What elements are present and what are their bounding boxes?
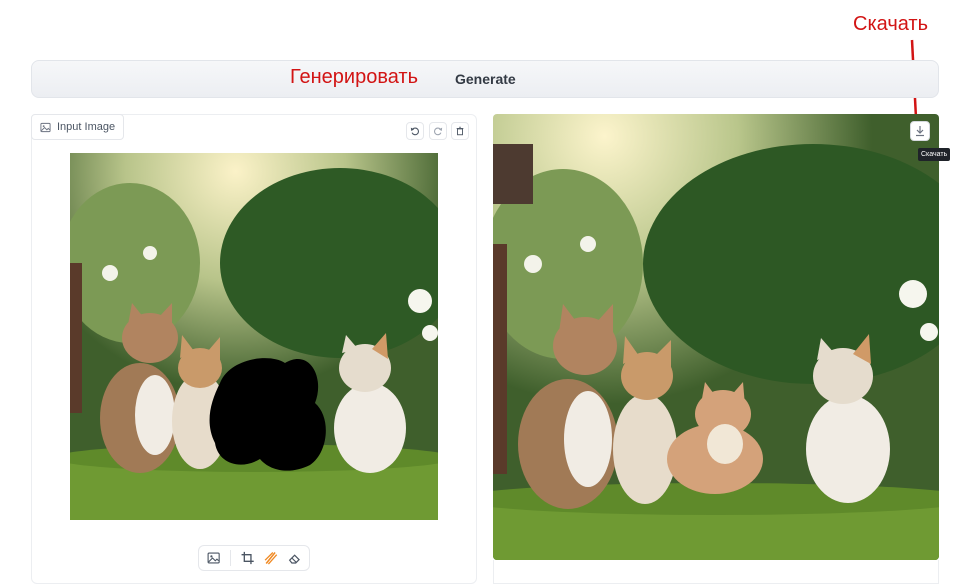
undo-button[interactable] bbox=[406, 122, 424, 140]
annotation-generate-label: Генерировать bbox=[290, 66, 418, 88]
toolbar-divider bbox=[230, 550, 232, 566]
crop-icon[interactable] bbox=[241, 551, 254, 565]
redo-icon bbox=[434, 127, 443, 136]
clear-button[interactable] bbox=[451, 122, 469, 140]
download-button[interactable] bbox=[910, 121, 930, 141]
download-tooltip: Скачать bbox=[918, 148, 951, 161]
brush-icon[interactable] bbox=[264, 551, 278, 565]
trash-icon bbox=[456, 126, 464, 136]
output-image bbox=[493, 114, 939, 560]
output-panel-footer bbox=[493, 560, 939, 584]
eraser-icon[interactable] bbox=[288, 551, 301, 565]
image-icon[interactable] bbox=[207, 551, 220, 565]
input-image-label-text: Input Image bbox=[57, 121, 116, 133]
generate-button-label: Generate bbox=[455, 71, 516, 87]
download-icon bbox=[916, 126, 924, 137]
undo-icon bbox=[410, 127, 419, 136]
image-icon bbox=[40, 122, 51, 132]
image-editor-toolbar bbox=[198, 545, 310, 571]
input-image-canvas[interactable] bbox=[70, 153, 438, 520]
input-image-label: Input Image bbox=[31, 114, 125, 140]
annotation-download-label: Скачать bbox=[853, 13, 928, 35]
redo-button[interactable] bbox=[429, 122, 447, 140]
